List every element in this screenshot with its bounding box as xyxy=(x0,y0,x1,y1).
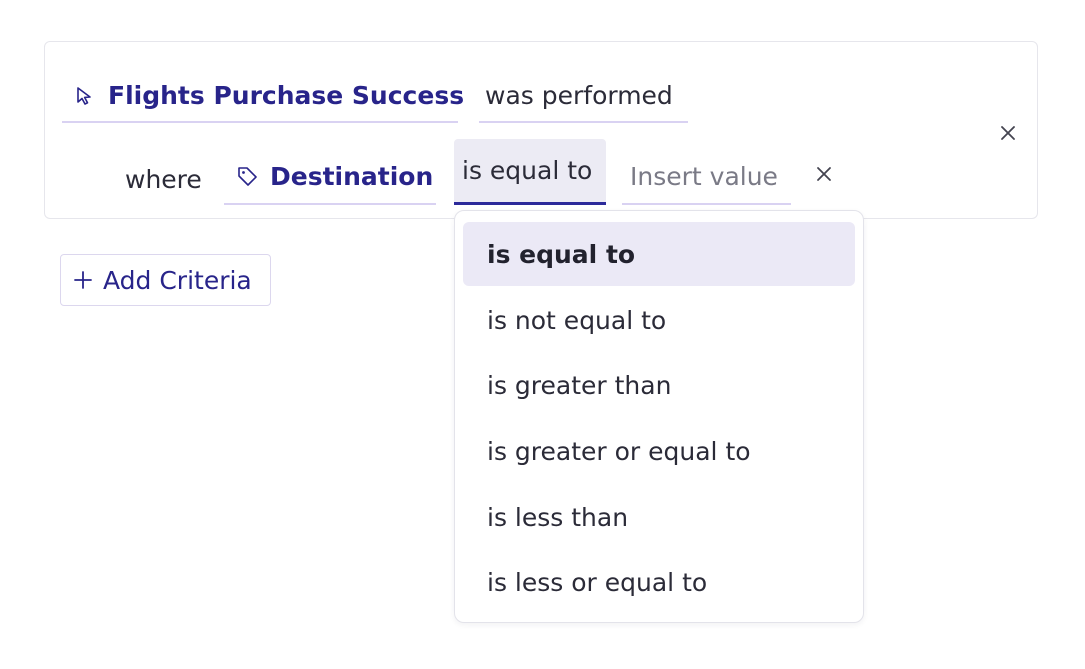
operator-option-equal[interactable]: is equal to xyxy=(463,222,855,286)
event-condition-selector[interactable]: was performed xyxy=(479,70,688,123)
add-criteria-button[interactable]: Add Criteria xyxy=(60,254,271,306)
operator-value: is equal to xyxy=(462,156,593,185)
operator-dropdown: is equal to is not equal to is greater t… xyxy=(454,210,864,623)
operator-option-less[interactable]: is less than xyxy=(463,485,855,549)
event-condition: was performed xyxy=(485,81,673,110)
tag-icon xyxy=(236,165,258,187)
cursor-arrow-icon xyxy=(76,86,94,106)
close-icon xyxy=(999,124,1017,142)
operator-option-not-equal[interactable]: is not equal to xyxy=(463,288,855,352)
remove-condition-button[interactable] xyxy=(807,154,841,194)
plus-icon xyxy=(73,270,93,290)
operator-option-greater[interactable]: is greater than xyxy=(463,353,855,417)
property-name: Destination xyxy=(270,161,434,191)
event-selector[interactable]: Flights Purchase Success xyxy=(62,70,464,123)
event-name: Flights Purchase Success xyxy=(108,81,465,110)
value-placeholder: Insert value xyxy=(630,161,778,191)
add-criteria-label: Add Criteria xyxy=(103,265,252,295)
remove-filter-button[interactable] xyxy=(991,116,1025,150)
where-label: where xyxy=(125,164,202,194)
operator-option-less-or-equal[interactable]: is less or equal to xyxy=(463,550,855,614)
property-selector[interactable]: Destination xyxy=(224,149,436,205)
operator-selector[interactable]: is equal to xyxy=(454,139,606,205)
close-icon xyxy=(815,165,833,183)
operator-option-greater-or-equal[interactable]: is greater or equal to xyxy=(463,419,855,483)
filter-card: Flights Purchase Success was performed w… xyxy=(44,41,1038,219)
value-input[interactable]: Insert value xyxy=(622,149,791,205)
